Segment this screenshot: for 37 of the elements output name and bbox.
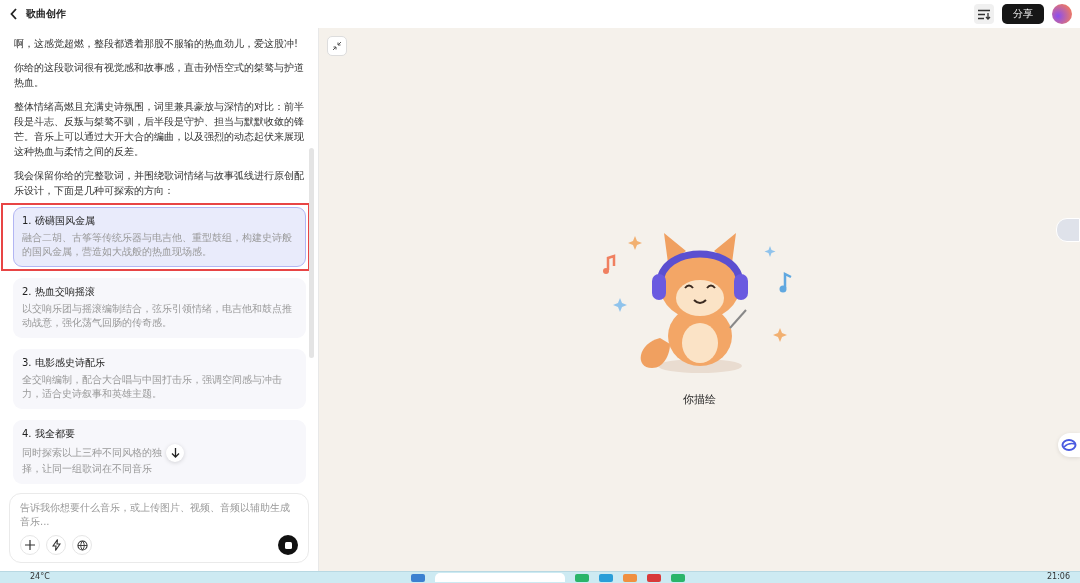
option-title: 4. 我全都要 xyxy=(22,427,76,441)
app-icon[interactable] xyxy=(575,574,590,582)
clock-text: 21:06 xyxy=(1046,572,1070,582)
option-description: 择，让同一组歌词在不同音乐 xyxy=(22,462,152,476)
scroll-down-button[interactable] xyxy=(166,444,184,462)
composer-panel[interactable]: 告诉我你想要什么音乐，或上传图片、视频、音频以辅助生成音乐... xyxy=(9,493,309,563)
scrollbar[interactable] xyxy=(309,148,314,358)
chat-paragraph: 你给的这段歌词很有视觉感和故事感，直击孙悟空式的桀骜与护道热血。 xyxy=(14,61,305,90)
stop-button[interactable] xyxy=(278,535,298,555)
weather-text: 24°C xyxy=(30,572,50,582)
option-card[interactable]: 3. 电影感史诗配乐 全交响编制，配合大合唱与中国打击乐，强调空间感与冲击力，适合史诗叙事和英雄主题。 xyxy=(13,349,306,409)
app-icon[interactable] xyxy=(623,574,638,582)
option-title: 1. 磅礴国风金属 xyxy=(22,214,96,228)
profile-avatar[interactable] xyxy=(1052,4,1072,24)
swirl-icon[interactable] xyxy=(1058,433,1080,457)
start-icon[interactable] xyxy=(411,574,426,582)
collapse-icon[interactable] xyxy=(327,36,347,56)
canvas-caption: 你描绘 xyxy=(683,391,716,407)
app-icon[interactable] xyxy=(599,574,614,582)
option-title: 3. 电影感史诗配乐 xyxy=(22,356,106,370)
option-description: 同时探索以上三种不同风格的独 xyxy=(22,446,162,460)
option-description: 全交响编制，配合大合唱与中国打击乐，强调空间感与冲击力，适合史诗叙事和英雄主题。 xyxy=(22,373,283,401)
chat-paragraph: 啊，这感觉超燃，整段都透着那股不服输的热血劲儿，爱这股冲! xyxy=(14,37,299,51)
chat-paragraph: 整体情绪高燃且充满史诗氛围，词里兼具豪放与深情的对比：前半段是斗志、反叛与桀骜不驯，后半段是守护、担当与默默收敛的锋芒。音乐上可以通过大开大合的编曲，以及强烈的动态起伏来展现这种热血与柔情之间的反差。 xyxy=(14,100,305,159)
arrow-down-icon xyxy=(170,448,180,458)
option-title: 2. 热血交响摇滚 xyxy=(22,285,96,299)
app-icon[interactable] xyxy=(647,574,662,582)
option-card[interactable]: 2. 热血交响摇滚 以交响乐团与摇滚编制结合，弦乐引领情绪，电吉他和鼓点推动战意，强化荡气回肠的传奇感。 xyxy=(13,278,306,338)
sort-icon[interactable] xyxy=(974,4,994,24)
share-button[interactable]: 分享 xyxy=(1002,4,1044,24)
option-card[interactable]: 4. 我全都要 同时探索以上三种不同风格的独 择，让同一组歌词在不同音乐 xyxy=(13,420,306,484)
option-description: 以交响乐团与摇滚编制结合，弦乐引领情绪，电吉他和鼓点推动战意，强化荡气回肠的传奇感。 xyxy=(22,302,293,330)
page-title: 歌曲创作 xyxy=(26,7,66,21)
app-icon[interactable] xyxy=(671,574,686,582)
chat-paragraph: 我会保留你给的完整歌词，并围绕歌词情绪与故事弧线进行原创配乐设计，下面是几种可探索的方向： xyxy=(14,169,305,198)
prompt-input[interactable]: 告诉我你想要什么音乐，或上传图片、视频、音频以辅助生成音乐... xyxy=(20,501,298,529)
back-button[interactable] xyxy=(10,8,18,20)
